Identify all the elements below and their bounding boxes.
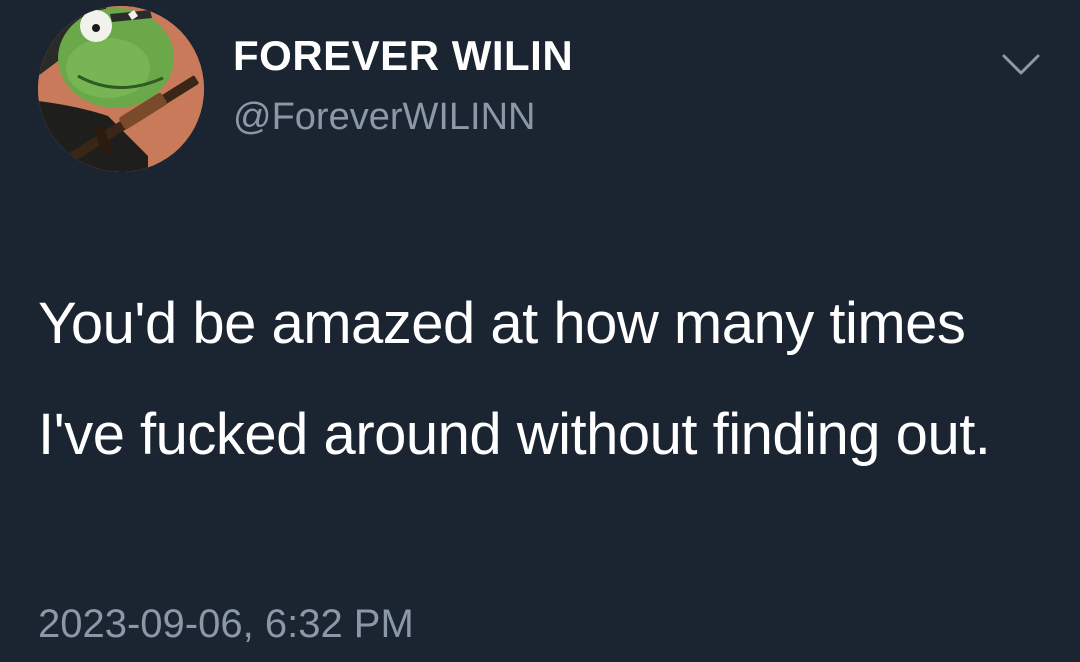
tweet-text: You'd be amazed at how many times I've f…: [38, 291, 991, 467]
avatar[interactable]: [38, 6, 204, 172]
chevron-down-icon: [1002, 54, 1040, 75]
more-options-button[interactable]: [996, 46, 1046, 86]
display-name[interactable]: FOREVER WILIN: [233, 32, 573, 80]
tweet-timestamp[interactable]: 2023-09-06, 6:32 PM: [38, 602, 414, 647]
user-handle[interactable]: @ForeverWILINN: [233, 96, 536, 139]
tweet-card: FOREVER WILIN @ForeverWILINN You'd be am…: [0, 0, 1080, 662]
kermit-avatar-icon: [38, 6, 204, 172]
